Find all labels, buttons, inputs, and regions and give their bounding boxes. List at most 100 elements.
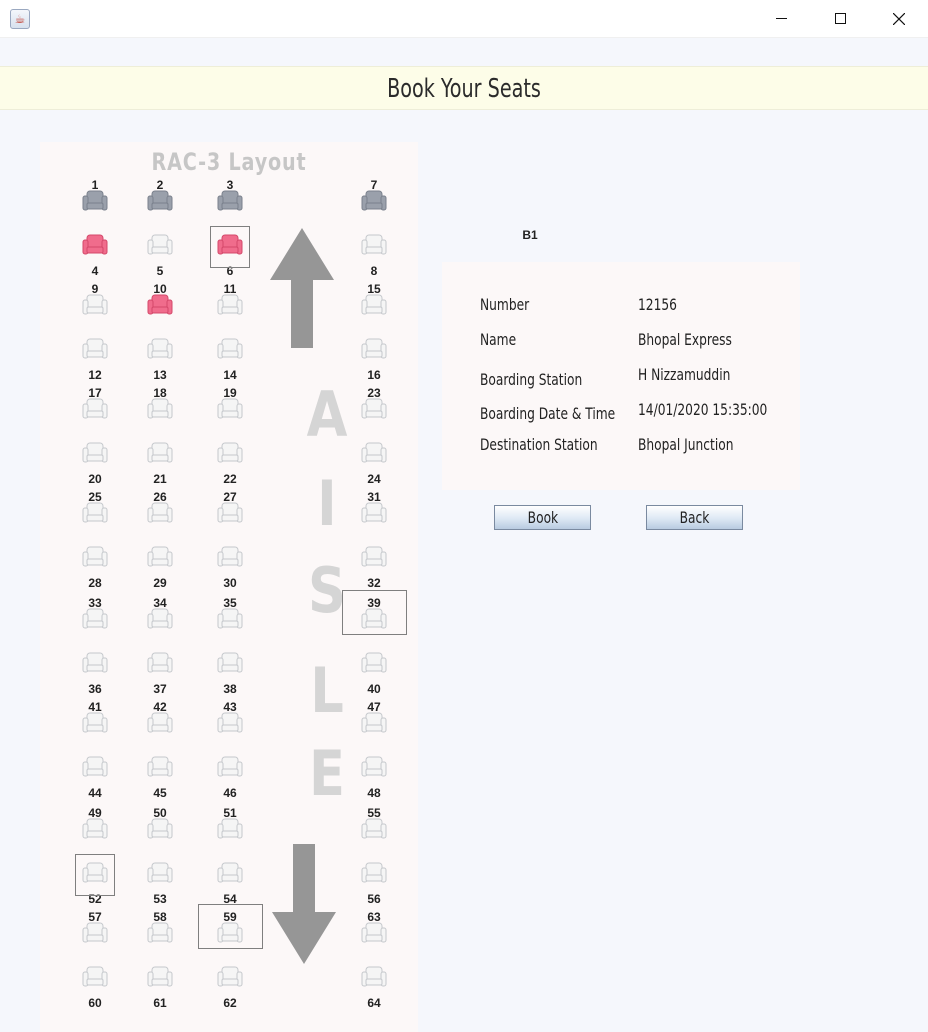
seat-number-2: 2: [156, 178, 164, 192]
seat-43-icon[interactable]: [217, 712, 243, 734]
close-button[interactable]: [870, 0, 928, 38]
seat-number-27: 27: [223, 490, 237, 504]
seat-number-61: 61: [153, 996, 167, 1010]
seat-22-icon[interactable]: [217, 442, 243, 464]
seat-55-icon[interactable]: [361, 818, 387, 840]
boarding-station-value: H Nizzamuddin: [638, 365, 731, 384]
seat-14-icon[interactable]: [217, 338, 243, 360]
seat-63-icon[interactable]: [361, 922, 387, 944]
seat-number-38: 38: [223, 682, 237, 696]
seat-30-icon[interactable]: [217, 546, 243, 568]
seat-number-9: 9: [91, 282, 99, 296]
seat-49-icon[interactable]: [82, 818, 108, 840]
seat-number-34: 34: [153, 596, 167, 610]
minimize-button[interactable]: [752, 0, 810, 38]
seat-number-57: 57: [88, 910, 102, 924]
seat-number-41: 41: [88, 700, 102, 714]
seat-58-icon[interactable]: [147, 922, 173, 944]
seat-number-64: 64: [367, 996, 381, 1010]
seat-41-icon[interactable]: [82, 712, 108, 734]
seat-23-icon[interactable]: [361, 398, 387, 420]
seat-62-icon[interactable]: [217, 966, 243, 988]
seat-number-21: 21: [153, 472, 167, 486]
seat-17-icon[interactable]: [82, 398, 108, 420]
aisle-down-arrow-icon: [272, 844, 336, 964]
number-value: 12156: [638, 295, 677, 314]
seat-26-icon[interactable]: [147, 502, 173, 524]
seat-35-icon[interactable]: [217, 608, 243, 630]
seat-31-icon[interactable]: [361, 502, 387, 524]
seat-38-icon[interactable]: [217, 652, 243, 674]
seat-61-icon[interactable]: [147, 966, 173, 988]
seat-number-58: 58: [153, 910, 167, 924]
seat-5-icon[interactable]: [147, 234, 173, 256]
seat-54-icon[interactable]: [217, 862, 243, 884]
seat-36-icon[interactable]: [82, 652, 108, 674]
seat-53-icon[interactable]: [147, 862, 173, 884]
header-band: Book Your Seats: [0, 66, 928, 110]
seat-number-16: 16: [367, 368, 381, 382]
seat-57-icon[interactable]: [82, 922, 108, 944]
seat-44-icon[interactable]: [82, 756, 108, 778]
seat-18-icon[interactable]: [147, 398, 173, 420]
book-button-label: Book: [527, 508, 558, 527]
maximize-button[interactable]: [811, 0, 869, 38]
seat-11-icon[interactable]: [217, 294, 243, 316]
seat-number-13: 13: [153, 368, 167, 382]
seat-59-focus-frame: [198, 904, 263, 949]
seat-24-icon[interactable]: [361, 442, 387, 464]
book-button[interactable]: Book: [494, 505, 591, 530]
window-titlebar: ☕: [0, 0, 928, 38]
seat-29-icon[interactable]: [147, 546, 173, 568]
seat-52-focus-frame: [75, 854, 115, 896]
seat-number-29: 29: [153, 576, 167, 590]
destination-station-label: Destination Station: [480, 435, 598, 454]
seat-37-icon[interactable]: [147, 652, 173, 674]
seat-16-icon[interactable]: [361, 338, 387, 360]
seat-10-icon[interactable]: [147, 294, 173, 316]
seat-number-8: 8: [370, 264, 378, 278]
seat-8-icon[interactable]: [361, 234, 387, 256]
boarding-station-label: Boarding Station: [480, 370, 583, 389]
seat-4-icon[interactable]: [82, 234, 108, 256]
seat-33-icon[interactable]: [82, 608, 108, 630]
seat-28-icon[interactable]: [82, 546, 108, 568]
seat-9-icon[interactable]: [82, 294, 108, 316]
seat-number-10: 10: [153, 282, 167, 296]
seat-13-icon[interactable]: [147, 338, 173, 360]
seat-27-icon[interactable]: [217, 502, 243, 524]
seat-number-45: 45: [153, 786, 167, 800]
seat-39-focus-frame: [342, 590, 407, 635]
seat-number-50: 50: [153, 806, 167, 820]
page-title: Book Your Seats: [387, 74, 541, 104]
seat-number-44: 44: [88, 786, 102, 800]
seat-12-icon[interactable]: [82, 338, 108, 360]
seat-60-icon[interactable]: [82, 966, 108, 988]
seat-20-icon[interactable]: [82, 442, 108, 464]
seat-number-62: 62: [223, 996, 237, 1010]
seat-46-icon[interactable]: [217, 756, 243, 778]
seat-number-56: 56: [367, 892, 381, 906]
back-button[interactable]: Back: [646, 505, 743, 530]
seat-number-22: 22: [223, 472, 237, 486]
seat-47-icon[interactable]: [361, 712, 387, 734]
seat-45-icon[interactable]: [147, 756, 173, 778]
seat-40-icon[interactable]: [361, 652, 387, 674]
seat-number-43: 43: [223, 700, 237, 714]
seat-34-icon[interactable]: [147, 608, 173, 630]
seat-50-icon[interactable]: [147, 818, 173, 840]
seat-21-icon[interactable]: [147, 442, 173, 464]
seat-32-icon[interactable]: [361, 546, 387, 568]
seat-layout-panel: RAC-3 Layout AISLE 1 2 3 7 4 5 6 8 9 10 11 15 12 13 14…: [40, 142, 418, 1032]
minimize-icon: [776, 18, 787, 19]
seat-42-icon[interactable]: [147, 712, 173, 734]
seat-56-icon[interactable]: [361, 862, 387, 884]
seat-25-icon[interactable]: [82, 502, 108, 524]
seat-64-icon[interactable]: [361, 966, 387, 988]
seat-51-icon[interactable]: [217, 818, 243, 840]
seat-48-icon[interactable]: [361, 756, 387, 778]
seat-15-icon[interactable]: [361, 294, 387, 316]
maximize-icon: [835, 13, 846, 24]
seat-19-icon[interactable]: [217, 398, 243, 420]
seat-number-35: 35: [223, 596, 237, 610]
